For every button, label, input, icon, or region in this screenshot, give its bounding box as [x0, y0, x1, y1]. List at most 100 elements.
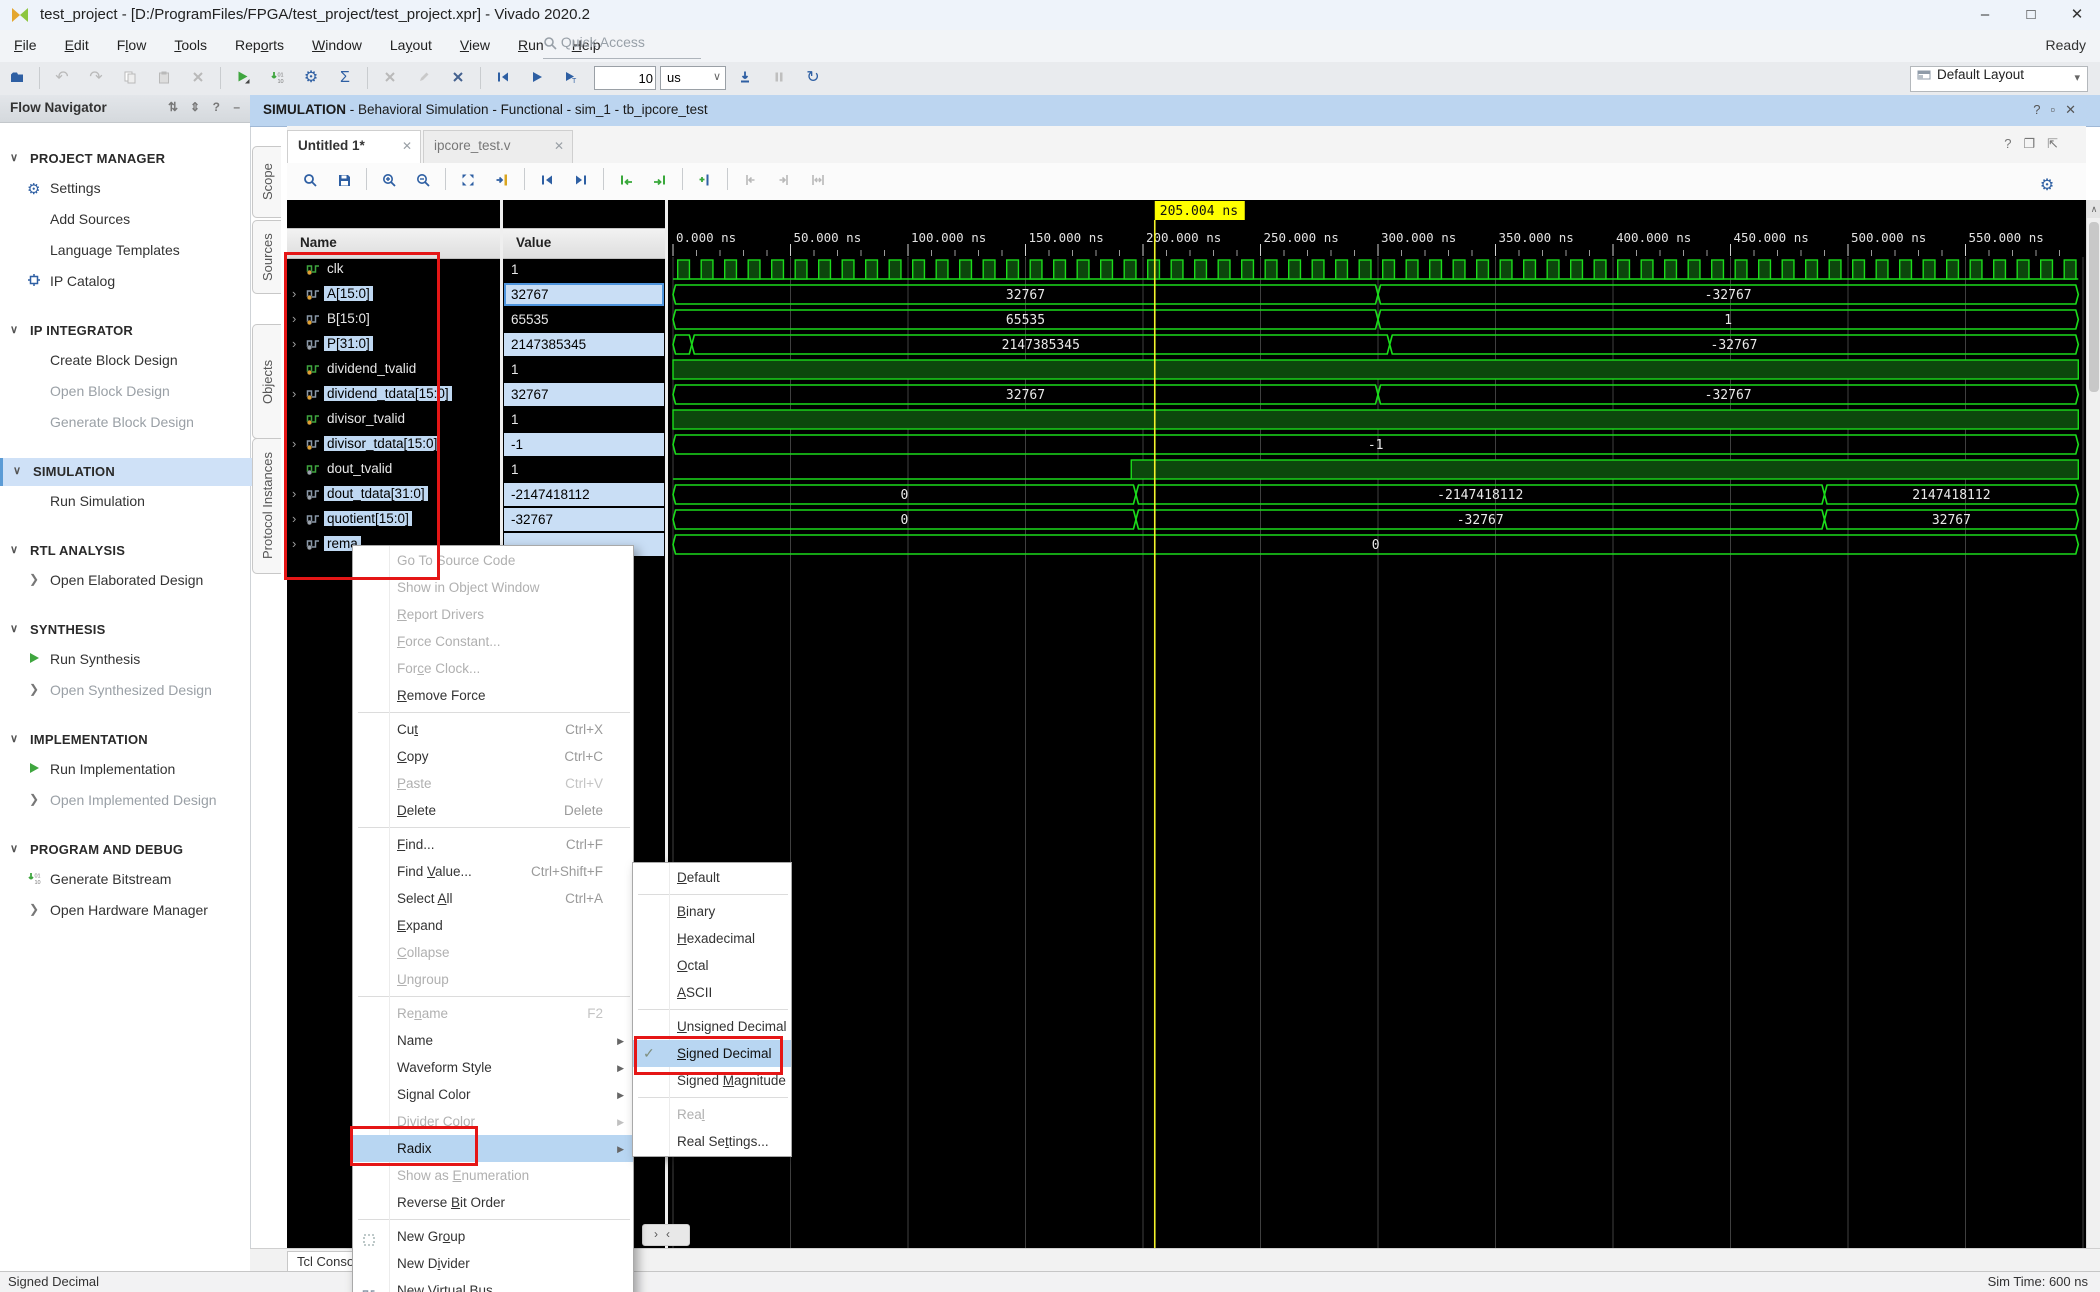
flownav-item-open-hardware-manager[interactable]: ❯Open Hardware Manager — [0, 895, 250, 926]
signal-value-row[interactable]: 1 — [503, 457, 665, 482]
settings-button[interactable]: ⚙ — [294, 62, 328, 79]
menu-item-hexadecimal[interactable]: Hexadecimal — [633, 925, 791, 952]
collapse-all-icon[interactable]: ⇅ — [168, 100, 178, 114]
flownav-item-run-simulation[interactable]: Run Simulation — [0, 486, 250, 517]
paste-button[interactable] — [147, 62, 181, 79]
pane-maximize-icon[interactable]: ⇱ — [2047, 136, 2070, 151]
run-time-input[interactable] — [594, 66, 656, 88]
minimize-panel-icon[interactable]: – — [233, 100, 240, 114]
signal-value-row[interactable]: -2147418112 — [503, 482, 665, 507]
flownav-section-implementation[interactable]: ∨IMPLEMENTATION — [0, 726, 250, 754]
time-unit-select[interactable]: us∨ — [660, 66, 726, 90]
menu-item-radix[interactable]: Radix▶ — [353, 1135, 633, 1162]
menu-item-new-virtual-bus[interactable]: New Virtual Bus — [353, 1277, 633, 1292]
signal-value-row[interactable]: 1 — [503, 357, 665, 382]
delete-button[interactable] — [181, 62, 215, 79]
flownav-item-generate-block-design[interactable]: Generate Block Design — [0, 407, 250, 438]
breakpoint-button[interactable] — [441, 62, 475, 79]
menu-reports[interactable]: Reports — [221, 30, 298, 53]
waveform-canvas[interactable]: 0.000 ns50.000 ns100.000 ns150.000 ns200… — [668, 200, 2086, 1248]
side-tab-objects[interactable]: Objects — [252, 324, 281, 439]
flownav-item-settings[interactable]: ⚙Settings — [0, 173, 250, 204]
step-button[interactable] — [728, 62, 762, 79]
minimize-button[interactable]: – — [1962, 0, 2008, 30]
previous-marker-button[interactable] — [733, 163, 767, 180]
signal-value-row[interactable]: 1 — [503, 407, 665, 432]
go-to-start-button[interactable] — [486, 62, 520, 79]
signal-row-quotient-15-0-[interactable]: ›quotient[15:0] — [287, 507, 500, 532]
menu-item-reverse-bit-order[interactable]: Reverse Bit Order — [353, 1189, 633, 1216]
open-recent-button[interactable] — [0, 62, 34, 79]
menu-item-new-divider[interactable]: New Divider — [353, 1250, 633, 1277]
menu-item-waveform-style[interactable]: Waveform Style▶ — [353, 1054, 633, 1081]
signal-value-row[interactable]: -32767 — [503, 507, 665, 532]
flownav-item-run-synthesis[interactable]: Run Synthesis — [0, 644, 250, 675]
side-tab-scope[interactable]: Scope — [252, 146, 281, 218]
zoom-in-button[interactable] — [372, 163, 406, 180]
pane-float-icon[interactable]: ❐ — [2023, 136, 2047, 151]
go-to-time-0-button[interactable] — [530, 163, 564, 180]
zoom-fit-button[interactable] — [451, 163, 485, 180]
flownav-item-open-elaborated-design[interactable]: ❯Open Elaborated Design — [0, 565, 250, 596]
flownav-section-simulation[interactable]: ∨SIMULATION — [0, 458, 253, 486]
flownav-item-create-block-design[interactable]: Create Block Design — [0, 345, 250, 376]
flownav-item-run-implementation[interactable]: Run Implementation — [0, 754, 250, 785]
stop-button[interactable] — [373, 62, 407, 79]
menu-item-find---[interactable]: Find...Ctrl+F — [353, 831, 633, 858]
waveform-vertical-scrollbar[interactable]: ∧ — [2086, 200, 2100, 1248]
flownav-item-generate-bitstream[interactable]: 0110Generate Bitstream — [0, 864, 250, 895]
generate-bitstream-button[interactable]: 0110 — [260, 62, 294, 79]
menu-item-signed-magnitude[interactable]: Signed Magnitude — [633, 1067, 791, 1094]
signal-value-row[interactable]: 2147385345 — [503, 332, 665, 357]
expander-icon[interactable]: › — [292, 536, 296, 551]
expander-icon[interactable]: ❯ — [29, 902, 39, 916]
undo-button[interactable]: ↶ — [45, 62, 79, 79]
signal-row-a-15-0-[interactable]: ›A[15:0] — [287, 282, 500, 307]
run-for-time-button[interactable]: T — [554, 62, 588, 79]
splitter-collapse-buttons[interactable]: ›‹ — [642, 1224, 690, 1246]
signal-row-divisor-tvalid[interactable]: divisor_tvalid — [287, 407, 500, 432]
close-button[interactable]: ✕ — [2054, 0, 2100, 30]
quick-access-search[interactable]: Quick Access — [543, 34, 701, 59]
flownav-section-project-manager[interactable]: ∨PROJECT MANAGER — [0, 145, 250, 173]
find-button[interactable] — [293, 163, 327, 180]
menu-item-cut[interactable]: CutCtrl+X — [353, 716, 633, 743]
flownav-section-synthesis[interactable]: ∨SYNTHESIS — [0, 616, 250, 644]
signal-row-p-31-0-[interactable]: ›P[31:0] — [287, 332, 500, 357]
flownav-item-open-block-design[interactable]: Open Block Design — [0, 376, 250, 407]
signal-value-row[interactable]: -1 — [503, 432, 665, 457]
flownav-section-rtl-analysis[interactable]: ∨RTL ANALYSIS — [0, 537, 250, 565]
layout-selector[interactable]: Default Layout ▾ — [1910, 66, 2088, 92]
waveform-svg[interactable]: 0.000 ns50.000 ns100.000 ns150.000 ns200… — [668, 200, 2086, 1248]
signal-row-b-15-0-[interactable]: ›B[15:0] — [287, 307, 500, 332]
flownav-item-ip-catalog[interactable]: IP Catalog — [0, 266, 250, 297]
signal-row-dividend-tdata-15-0-[interactable]: ›dividend_tdata[15:0] — [287, 382, 500, 407]
menu-item-name[interactable]: Name▶ — [353, 1027, 633, 1054]
signal-value-row[interactable]: 32767 — [503, 282, 665, 307]
menu-view[interactable]: View — [446, 30, 504, 53]
expander-icon[interactable]: › — [292, 336, 296, 351]
flownav-section-program-and-debug[interactable]: ∨PROGRAM AND DEBUG — [0, 836, 250, 864]
expander-icon[interactable]: › — [292, 436, 296, 451]
side-tab-sources[interactable]: Sources — [252, 220, 281, 294]
collapse-right-icon[interactable]: › — [654, 1227, 666, 1241]
side-tab-protocol-instances[interactable]: Protocol Instances — [252, 438, 281, 574]
header-help-icon[interactable]: ? — [2033, 102, 2050, 117]
flownav-section-ip-integrator[interactable]: ∨IP INTEGRATOR — [0, 317, 250, 345]
menu-item-signed-decimal[interactable]: ✓Signed Decimal — [633, 1040, 791, 1067]
menu-item-new-group[interactable]: New Group — [353, 1223, 633, 1250]
menu-item-copy[interactable]: CopyCtrl+C — [353, 743, 633, 770]
expander-icon[interactable]: ❯ — [29, 572, 39, 586]
menu-item-default[interactable]: Default — [633, 864, 791, 891]
expander-icon[interactable]: ❯ — [29, 792, 39, 806]
expander-icon[interactable]: › — [292, 311, 296, 326]
maximize-button[interactable]: □ — [2008, 0, 2054, 30]
waveform-settings-gear-icon[interactable]: ⚙ — [2030, 168, 2064, 199]
signal-row-clk[interactable]: clk — [287, 257, 500, 282]
menu-edit[interactable]: Edit — [51, 30, 103, 53]
flownav-item-open-synthesized-design[interactable]: ❯Open Synthesized Design — [0, 675, 250, 706]
header-float-icon[interactable]: ▫ — [2050, 102, 2065, 117]
add-marker-button[interactable] — [688, 163, 722, 180]
copy-button[interactable] — [113, 62, 147, 79]
signal-row-dividend-tvalid[interactable]: dividend_tvalid — [287, 357, 500, 382]
